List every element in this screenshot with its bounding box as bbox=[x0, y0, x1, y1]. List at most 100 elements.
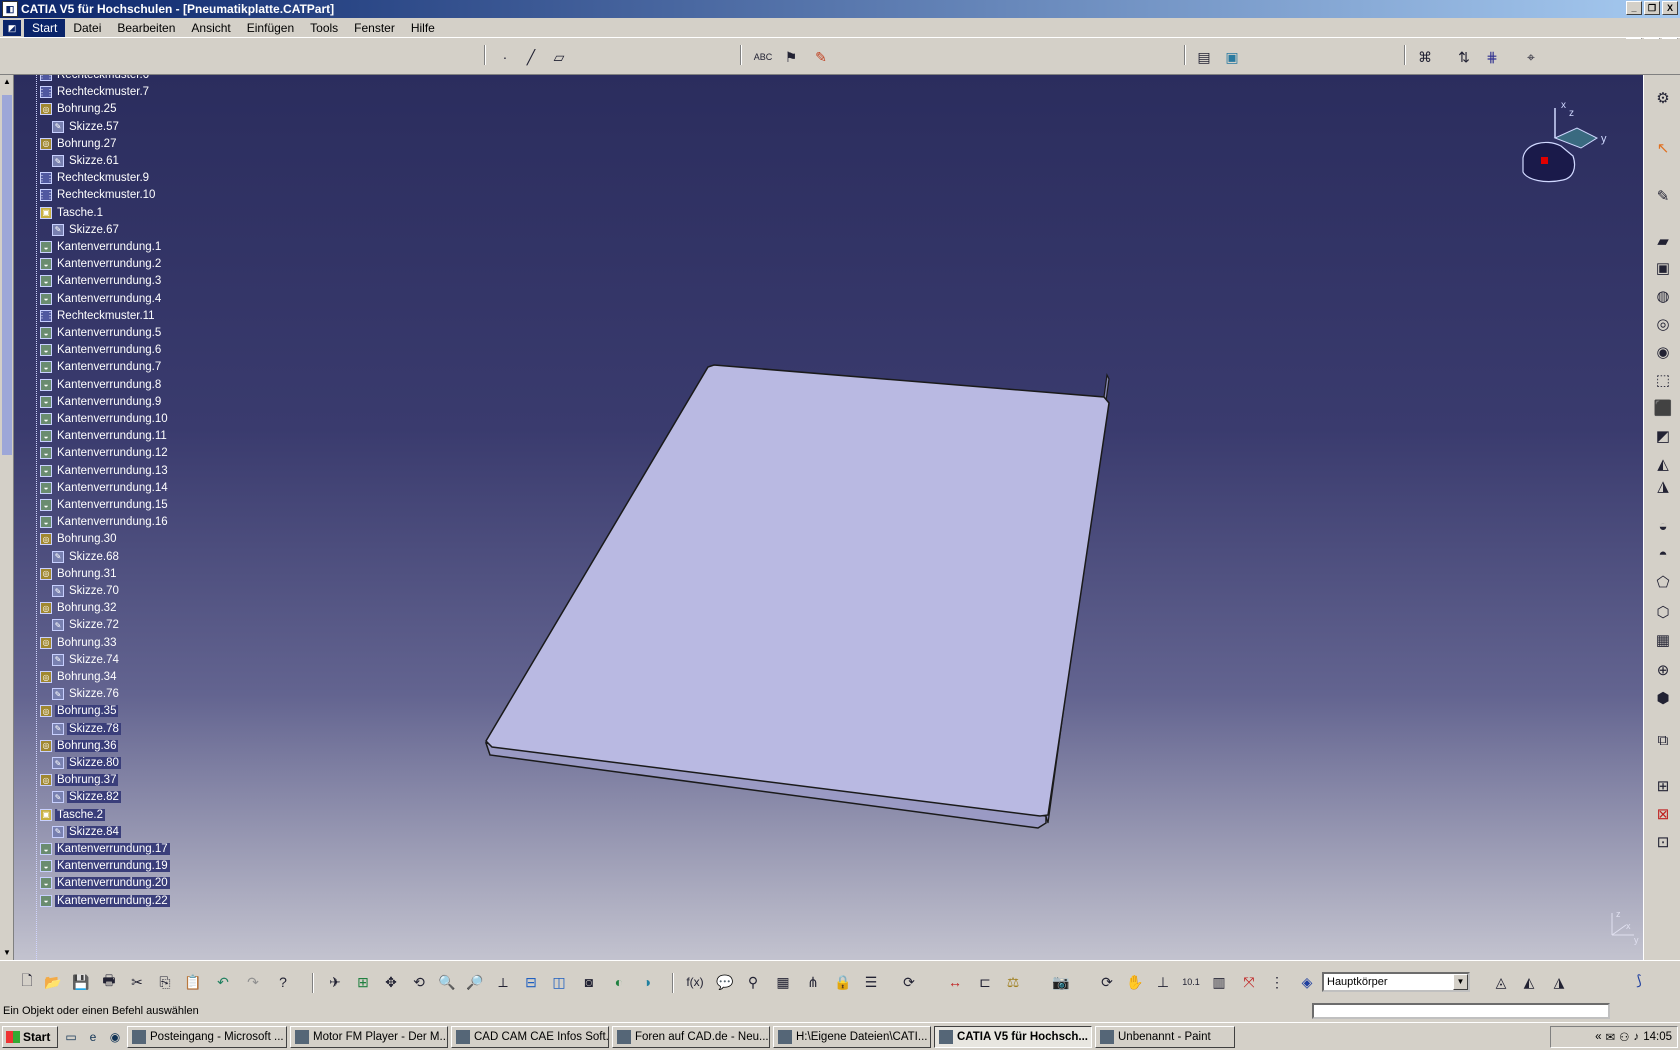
tree-scrollbar[interactable]: ▲ ▼ bbox=[0, 75, 14, 960]
undo-icon[interactable]: ↶ bbox=[212, 971, 234, 993]
transform-icon[interactable]: ⬢ bbox=[1651, 687, 1675, 709]
tree-node[interactable]: ◎ Bohrung.35 bbox=[40, 703, 119, 719]
stiffener-icon[interactable]: ◩ bbox=[1651, 425, 1675, 447]
cut-icon[interactable]: ✂ bbox=[126, 971, 148, 993]
boolean-icon[interactable]: ⧉ bbox=[1651, 729, 1675, 751]
show-desktop-icon[interactable]: ▭ bbox=[62, 1028, 80, 1046]
formula-icon[interactable]: f(x) bbox=[684, 971, 706, 993]
properties-icon[interactable]: ⋮ bbox=[1266, 971, 1288, 993]
tree-node[interactable]: ◒ Kantenverrundung.16 bbox=[40, 514, 170, 530]
tile-icon[interactable]: ▤ bbox=[1193, 46, 1215, 68]
tree-node[interactable]: ◒ Kantenverrundung.11 bbox=[40, 428, 169, 444]
hide-show-icon[interactable]: ◐ bbox=[608, 971, 630, 993]
tree-node[interactable]: ✎ Skizze.70 bbox=[52, 583, 121, 599]
shaft-icon[interactable]: ◍ bbox=[1651, 285, 1675, 307]
text-abc-icon[interactable]: ABC bbox=[752, 46, 774, 68]
tree-node[interactable]: ◎ Bohrung.25 bbox=[40, 101, 118, 117]
transform-axis-icon[interactable]: ⤧ bbox=[1238, 971, 1260, 993]
table-icon[interactable]: ▦ bbox=[772, 971, 794, 993]
compass-widget[interactable]: x z y bbox=[1515, 100, 1625, 200]
menu-tools[interactable]: Tools bbox=[302, 19, 346, 37]
tree-node[interactable]: ◒ Kantenverrundung.12 bbox=[40, 445, 170, 461]
tree-node[interactable]: ◒ Kantenverrundung.22 bbox=[40, 893, 170, 909]
3d-viewport[interactable]: x z y z x y ⋮⋮ Rechteckmuster.6 ⋮⋮ Rechteck… bbox=[0, 75, 1643, 960]
tree-node[interactable]: ◒ Kantenverrundung.20 bbox=[40, 875, 170, 891]
render-icon[interactable]: ◮ bbox=[1548, 971, 1570, 993]
catia-app-icon[interactable]: ◧ bbox=[2, 1, 18, 17]
rib-icon[interactable]: ⬚ bbox=[1651, 369, 1675, 391]
specification-tree[interactable]: ⋮⋮ Rechteckmuster.6 ⋮⋮ Rechteckmuster.7 ◎ Boh… bbox=[30, 75, 330, 960]
loft-icon[interactable]: ◭ bbox=[1651, 453, 1675, 475]
tree-node[interactable]: ✎ Skizze.84 bbox=[52, 824, 121, 840]
tree-node[interactable]: ◒ Kantenverrundung.17 bbox=[40, 841, 170, 857]
point-icon[interactable]: · bbox=[494, 46, 516, 68]
multi-view-icon[interactable]: ⊟ bbox=[520, 971, 542, 993]
lock-icon[interactable]: 🔒 bbox=[832, 971, 854, 993]
menu-ansicht[interactable]: Ansicht bbox=[183, 19, 238, 37]
tree-node[interactable]: ◒ Kantenverrundung.2 bbox=[40, 256, 163, 272]
pocket-icon[interactable]: ▣ bbox=[1651, 257, 1675, 279]
taskbar-item[interactable]: CAD CAM CAE Infos Soft... bbox=[451, 1025, 609, 1048]
window-icon[interactable]: ▣ bbox=[1221, 46, 1243, 68]
measure-icon[interactable]: ⊡ bbox=[1651, 831, 1675, 853]
tree-node[interactable]: ✎ Skizze.74 bbox=[52, 652, 121, 668]
measure-between-icon[interactable]: ↔ bbox=[944, 971, 966, 993]
target-icon[interactable]: ⊕ bbox=[1651, 659, 1675, 681]
document-menu-icon[interactable]: ◩ bbox=[3, 19, 21, 36]
tree-node[interactable]: ▣ Tasche.1 bbox=[40, 205, 105, 221]
menu-start[interactable]: Start bbox=[24, 18, 66, 37]
tree-node[interactable]: ◒ Kantenverrundung.14 bbox=[40, 480, 170, 496]
fit-all-icon[interactable]: ⊞ bbox=[352, 971, 374, 993]
scroll-down-arrow-icon[interactable]: ▼ bbox=[2, 948, 12, 957]
constraint-icon[interactable]: ⊞ bbox=[1651, 775, 1675, 797]
assemble-icon[interactable]: ⊠ bbox=[1651, 803, 1675, 825]
apply-material-icon[interactable]: ◭ bbox=[1518, 971, 1540, 993]
tree-node[interactable]: ◒ Kantenverrundung.9 bbox=[40, 394, 163, 410]
close-button[interactable]: X bbox=[1662, 1, 1678, 15]
taskbar-item[interactable]: CATIA V5 für Hochsch... bbox=[934, 1025, 1092, 1048]
comment-icon[interactable]: 💬 bbox=[714, 971, 736, 993]
save-icon[interactable]: 💾 bbox=[70, 971, 92, 993]
chevron-down-icon[interactable]: ▼ bbox=[1453, 974, 1468, 990]
mass-icon[interactable]: ⚖ bbox=[1002, 971, 1024, 993]
tree-node[interactable]: ✎ Skizze.57 bbox=[52, 119, 121, 135]
tree-node[interactable]: ◎ Bohrung.30 bbox=[40, 531, 118, 547]
paint-icon[interactable]: ✎ bbox=[810, 46, 832, 68]
axis-system-icon[interactable]: ⊥ bbox=[1152, 971, 1174, 993]
tree-expand-icon[interactable]: ⋔ bbox=[802, 971, 824, 993]
remove-loft-icon[interactable]: ◮ bbox=[1651, 475, 1675, 497]
tree-node[interactable]: ◒ Kantenverrundung.4 bbox=[40, 291, 163, 307]
tree-node[interactable]: ⋮⋮ Rechteckmuster.6 bbox=[38, 75, 151, 83]
tree-node[interactable]: ✎ Skizze.61 bbox=[52, 153, 121, 169]
internet-explorer-icon[interactable]: e bbox=[84, 1028, 102, 1046]
scroll-up-arrow-icon[interactable]: ▲ bbox=[2, 77, 12, 86]
hole-icon[interactable]: ◎ bbox=[1651, 313, 1675, 335]
iso-view-icon[interactable]: ◫ bbox=[548, 971, 570, 993]
menu-einfuegen[interactable]: Einfügen bbox=[239, 19, 302, 37]
plane-icon[interactable]: ▱ bbox=[548, 46, 570, 68]
groove-icon[interactable]: ◉ bbox=[1651, 341, 1675, 363]
tree-node[interactable]: ⋮⋮ Rechteckmuster.11 bbox=[38, 308, 157, 324]
open-folder-icon[interactable]: 📂 bbox=[42, 971, 64, 993]
thickness-icon[interactable]: ▦ bbox=[1651, 629, 1675, 651]
update-icon[interactable]: ⟳ bbox=[898, 971, 920, 993]
tray-expand-icon[interactable]: « bbox=[1595, 1031, 1601, 1043]
tree-node[interactable]: ◎ Bohrung.27 bbox=[40, 136, 118, 152]
tree-node[interactable]: ◒ Kantenverrundung.19 bbox=[40, 858, 170, 874]
start-button[interactable]: Start bbox=[2, 1025, 58, 1048]
restore-button[interactable]: ❐ bbox=[1644, 1, 1660, 15]
fit-icon[interactable]: ⌖ bbox=[1520, 46, 1542, 68]
help-icon[interactable]: ? bbox=[272, 971, 294, 993]
rotate-icon[interactable]: ⟲ bbox=[408, 971, 430, 993]
tree-node[interactable]: ◒ Kantenverrundung.8 bbox=[40, 377, 163, 393]
tree-node[interactable]: ✎ Skizze.67 bbox=[52, 222, 121, 238]
shell-icon[interactable]: ⬡ bbox=[1651, 601, 1675, 623]
body-icon[interactable]: ◈ bbox=[1296, 971, 1318, 993]
zoom-in-icon[interactable]: 🔍 bbox=[436, 971, 458, 993]
select-cursor-icon[interactable]: ↖ bbox=[1651, 137, 1675, 159]
swap-icon[interactable]: ⟳ bbox=[1096, 971, 1118, 993]
tree-node[interactable]: ◒ Kantenverrundung.5 bbox=[40, 325, 163, 341]
scroll-thumb[interactable] bbox=[2, 95, 12, 455]
tree-node[interactable]: ⋮⋮ Rechteckmuster.10 bbox=[38, 187, 157, 203]
taskbar-item[interactable]: Foren auf CAD.de - Neu... bbox=[612, 1025, 770, 1048]
